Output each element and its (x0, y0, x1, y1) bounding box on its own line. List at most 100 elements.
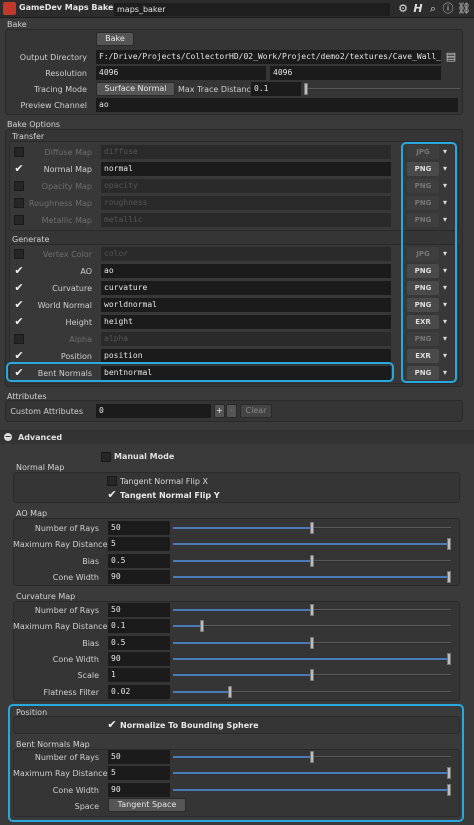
height-field[interactable]: height (101, 315, 391, 329)
slider-fill (173, 575, 451, 578)
world-normal-field[interactable]: worldnormal (101, 298, 391, 312)
custom-attributes-label: Custom Attributes (10, 407, 83, 416)
cone-width-field[interactable]: 90 (108, 651, 170, 666)
number-of-rays-field[interactable]: 50 (108, 603, 170, 617)
roughness-map-field[interactable]: roughness (101, 196, 391, 210)
advanced-header[interactable] (0, 430, 474, 444)
curvature-map-group (13, 601, 460, 701)
resolution-x-field[interactable]: 4096 (96, 66, 266, 80)
metallic-map-label: Metallic Map (41, 216, 92, 225)
manual-mode-checkbox[interactable] (101, 452, 111, 462)
slider-fill (173, 657, 451, 660)
bias-handle[interactable] (310, 636, 314, 649)
slider-fill (173, 625, 201, 628)
node-name-field[interactable]: maps_baker (114, 3, 390, 16)
ao-field[interactable]: ao (101, 264, 391, 278)
normal-map-group (13, 472, 460, 503)
preview-channel-field[interactable]: ao (96, 98, 458, 112)
flatness-filter-handle[interactable] (227, 685, 232, 698)
maximum-ray-distance-handle[interactable] (200, 620, 205, 633)
position-label: Position (60, 352, 92, 361)
max-trace-distance-handle[interactable] (304, 83, 308, 95)
slider-fill (173, 690, 229, 693)
number-of-rays-handle[interactable] (310, 522, 314, 534)
metallic-map-field[interactable]: metallic (101, 213, 391, 227)
maximum-ray-distance-slider[interactable] (173, 543, 451, 546)
flip-x-checkbox[interactable] (107, 476, 117, 486)
max-trace-distance-label: Max Trace Distance (178, 85, 256, 94)
cone-width-handle[interactable] (447, 570, 451, 583)
bias-field[interactable]: 0.5 (108, 553, 170, 568)
slider-fill (173, 527, 312, 529)
opacity-map-label: Opacity Map (41, 182, 92, 191)
link-icon[interactable]: ⛓ (457, 2, 471, 15)
curvature-label: Curvature (52, 284, 92, 293)
normal-map-label: Normal Map (16, 463, 65, 472)
flatness-filter-field[interactable]: 0.02 (108, 684, 170, 699)
opacity-map-field[interactable]: opacity (101, 179, 391, 193)
slider-fill (173, 641, 312, 644)
tracing-mode-label: Tracing Mode (33, 85, 87, 94)
custom-attributes-count[interactable]: 0 (96, 404, 211, 418)
bake-section-label: Bake (7, 20, 27, 29)
bias-handle[interactable] (310, 554, 314, 567)
curvature-field[interactable]: curvature (101, 281, 391, 295)
maximum-ray-distance-field[interactable]: 0.1 (108, 619, 170, 634)
bake-button[interactable]: Bake (96, 32, 134, 46)
diffuse-map-field[interactable]: diffuse (101, 145, 391, 159)
world-normal-label: World Normal (37, 301, 92, 310)
remove-attribute-button[interactable]: - (226, 404, 237, 418)
search-icon[interactable]: ⌕ (427, 2, 439, 15)
maximum-ray-distance-field[interactable]: 5 (108, 537, 170, 552)
cone-width-slider[interactable] (173, 575, 451, 578)
cone-width-handle[interactable] (447, 652, 451, 665)
normal-map-label: Normal Map (43, 165, 92, 174)
scale-handle[interactable] (310, 669, 314, 682)
advanced-label: Advanced (18, 433, 63, 442)
maximum-ray-distance-slider[interactable] (173, 625, 451, 628)
max-trace-distance-field[interactable]: 0.1 (251, 82, 301, 96)
ao-label: AO (80, 267, 92, 276)
ao-map-label: AO Map (16, 509, 48, 518)
cone-width-slider[interactable] (173, 657, 451, 660)
resolution-label: Resolution (45, 69, 87, 78)
collapse-icon[interactable]: − (4, 433, 12, 441)
max-trace-distance-slider[interactable] (305, 88, 460, 90)
position-field[interactable]: position (101, 349, 391, 363)
cone-width-field[interactable]: 90 (108, 569, 170, 584)
manual-mode-label: Manual Mode (114, 452, 175, 461)
vertex-color-field[interactable]: color (101, 247, 391, 261)
number-of-rays-field[interactable]: 50 (108, 521, 170, 535)
format-column-highlight (401, 142, 457, 383)
help-icon[interactable]: H (412, 2, 424, 15)
flatness-filter-label: Flatness Filter (43, 687, 99, 697)
resolution-y-field[interactable]: 4096 (270, 66, 441, 80)
tracing-mode-dropdown[interactable]: Surface Normal (96, 82, 175, 96)
maximum-ray-distance-handle[interactable] (447, 538, 451, 551)
diffuse-map-label: Diffuse Map (44, 148, 92, 157)
slider-fill (173, 609, 312, 611)
number-of-rays-label: Number of Rays (34, 606, 99, 615)
roughness-map-label: Roughness Map (28, 199, 92, 208)
bias-label: Bias (82, 556, 99, 566)
add-attribute-button[interactable]: + (214, 404, 225, 418)
slider-fill (173, 674, 312, 677)
flatness-filter-slider[interactable] (173, 690, 451, 693)
output-directory-field[interactable]: F:/Drive/Projects/CollectorHD/02_Work/Pr… (96, 50, 441, 64)
alpha-field[interactable]: alpha (101, 332, 391, 346)
clear-attributes-button[interactable]: Clear (240, 404, 272, 418)
flip-x-label: Tangent Normal Flip X (120, 477, 208, 486)
transfer-label: Transfer (12, 132, 45, 141)
number-of-rays-label: Number of Rays (34, 524, 99, 533)
maximum-ray-distance-label: Maximum Ray Distance (13, 622, 108, 632)
flip-y-check-icon[interactable]: ✔ (106, 489, 118, 501)
gear-icon[interactable]: ⚙ (397, 2, 409, 15)
scale-label: Scale (77, 671, 99, 681)
height-label: Height (65, 318, 92, 327)
info-icon[interactable]: ⓘ (442, 2, 454, 15)
bias-field[interactable]: 0.5 (108, 635, 170, 650)
scale-field[interactable]: 1 (108, 668, 170, 683)
normal-map-field[interactable]: normal (101, 162, 391, 176)
file-browse-icon[interactable]: ▤ (445, 50, 457, 63)
number-of-rays-handle[interactable] (310, 604, 314, 616)
